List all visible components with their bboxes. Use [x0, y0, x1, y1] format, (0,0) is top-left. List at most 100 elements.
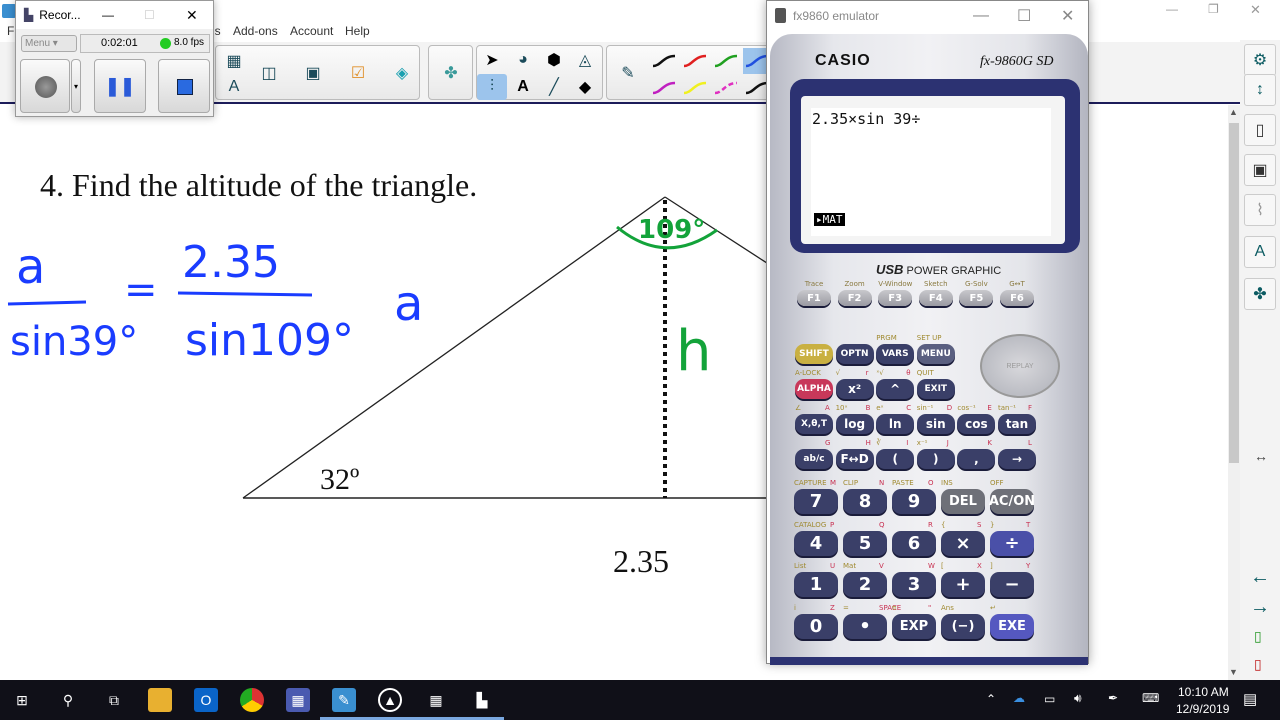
key-open-paren[interactable]: ( [876, 449, 915, 469]
scroll-down-arrow[interactable]: ▼ [1229, 667, 1238, 677]
resize-arrows-icon[interactable]: ↕ [1244, 74, 1276, 106]
menu-account[interactable]: Account [290, 24, 333, 38]
pen-color-swatch[interactable] [683, 54, 707, 68]
key-3[interactable]: 3 [892, 572, 936, 597]
pen-ink-icon[interactable]: ✒ [1108, 691, 1118, 705]
key-divide[interactable]: ÷ [990, 531, 1034, 556]
key-power[interactable]: ^ [876, 379, 915, 399]
calc-maximize-button[interactable]: ☐ [1017, 6, 1031, 26]
key-close-paren[interactable]: ) [916, 449, 955, 469]
shape-icon[interactable]: ◕ [508, 47, 538, 73]
resize-handle-icon[interactable]: ↔ [1254, 448, 1268, 464]
key-minus[interactable]: − [990, 572, 1034, 597]
table-icon[interactable]: ▦ [219, 48, 249, 74]
key-exe[interactable]: EXE [990, 614, 1034, 639]
key-shift[interactable]: SHIFT [795, 344, 833, 364]
volume-icon[interactable]: 🔊︎ [1074, 691, 1082, 706]
key-ac-on[interactable]: AC/ON [989, 489, 1035, 514]
pen-color-swatch[interactable] [714, 81, 738, 95]
key-menu[interactable]: MENU [916, 344, 955, 364]
key-alpha[interactable]: ALPHA [795, 379, 833, 399]
key-9[interactable]: 9 [892, 489, 936, 514]
pen-color-swatch[interactable] [652, 54, 676, 68]
menu-help[interactable]: Help [345, 24, 370, 38]
scroll-thumb[interactable] [1229, 123, 1239, 463]
pen-color-swatch[interactable] [714, 54, 738, 68]
key-6[interactable]: 6 [892, 531, 936, 556]
function-key-f1[interactable]: F1 [797, 290, 831, 306]
onedrive-cloud-icon[interactable]: ☁ [1013, 691, 1025, 705]
pen-color-swatch[interactable] [745, 81, 769, 95]
pen-color-swatch[interactable] [652, 81, 676, 95]
key-cos[interactable]: cos [957, 414, 996, 434]
pen-color-swatch[interactable] [683, 81, 707, 95]
key-5[interactable]: 5 [843, 531, 887, 556]
chrome-icon[interactable] [240, 688, 264, 712]
pencil-icon[interactable]: ✎ [613, 60, 643, 86]
screen-capture-icon[interactable]: ◫ [254, 60, 284, 86]
key-del[interactable]: DEL [941, 489, 985, 514]
key-x-t[interactable]: X,θ,T [795, 414, 833, 434]
properties-icon[interactable]: A [1244, 236, 1276, 268]
recorder-taskbar-icon[interactable]: ▙ [470, 688, 494, 712]
key-negative[interactable]: (−) [941, 614, 985, 639]
next-page-arrow-icon[interactable]: → [1250, 596, 1270, 619]
function-key-f5[interactable]: F5 [959, 290, 994, 306]
menu-addons[interactable]: Add-ons [233, 24, 278, 38]
smart-notebook-taskbar-icon[interactable]: ✎ [332, 688, 356, 712]
fill-icon[interactable]: ◬ [570, 47, 600, 73]
eraser-icon[interactable]: ◆ [570, 74, 600, 100]
key-ln[interactable]: ln [876, 414, 915, 434]
text-icon[interactable]: A [508, 74, 538, 100]
document-camera-icon[interactable]: ▣ [298, 60, 328, 86]
previous-page-arrow-icon[interactable]: ← [1250, 566, 1270, 589]
recorder-close-button[interactable]: ✕ [186, 7, 198, 24]
recorder-menu-dropdown[interactable]: Menu ▾ [21, 35, 77, 52]
clock-time[interactable]: 10:10 AM [1178, 685, 1229, 699]
key-0[interactable]: 0 [794, 614, 838, 639]
response-icon[interactable]: ☑ [343, 60, 373, 86]
recorder-minimize-button[interactable]: — [102, 8, 114, 22]
key-7[interactable]: 7 [794, 489, 838, 514]
record-options-dropdown[interactable]: ▾ [71, 59, 81, 113]
windows-start-icon[interactable]: ⊞ [10, 688, 34, 712]
function-key-f3[interactable]: F3 [878, 290, 913, 306]
search-icon[interactable]: ⚲ [56, 688, 80, 712]
lab-activity-icon[interactable]: ◈ [387, 60, 417, 86]
stop-button[interactable] [158, 59, 210, 113]
gallery-icon[interactable]: ▣ [1244, 154, 1276, 186]
key-vars[interactable]: VARS [876, 344, 915, 364]
key-optn[interactable]: OPTN [835, 344, 874, 364]
notebook-restore-button[interactable]: ❐ [1208, 2, 1219, 16]
gear-icon[interactable]: ⚙ [1244, 44, 1276, 76]
function-key-f6[interactable]: F6 [1000, 290, 1034, 306]
key-exp[interactable]: EXP [892, 614, 936, 639]
key-1[interactable]: 1 [794, 572, 838, 597]
key-x[interactable]: x² [835, 379, 874, 399]
key-exit[interactable]: EXIT [916, 379, 955, 399]
key-8[interactable]: 8 [843, 489, 887, 514]
select-arrow-icon[interactable]: ➤ [477, 47, 507, 73]
key-plus[interactable]: + [941, 572, 985, 597]
page-sorter-icon[interactable]: ▯ [1244, 114, 1276, 146]
record-button[interactable] [20, 59, 70, 113]
pause-button[interactable]: ❚❚ [94, 59, 146, 113]
puzzle-icon[interactable]: ✤ [436, 60, 466, 86]
pens-icon[interactable]: ⫶ [477, 74, 507, 100]
vertical-scrollbar[interactable]: ▲ ▼ [1228, 105, 1240, 680]
calc-close-button[interactable]: ✕ [1061, 6, 1074, 26]
outlook-icon[interactable]: O [194, 688, 218, 712]
key-log[interactable]: log [835, 414, 874, 434]
addons-puzzle-icon[interactable]: ✤ [1244, 278, 1276, 310]
touch-keyboard-icon[interactable]: ⌨ [1142, 691, 1159, 705]
battery-icon[interactable]: ▭ [1044, 692, 1055, 706]
task-view-icon[interactable]: ⧉ [102, 688, 126, 712]
action-center-icon[interactable]: ▤ [1243, 690, 1257, 708]
calc-minimize-button[interactable]: — [973, 7, 989, 25]
key-multiply[interactable]: × [941, 531, 985, 556]
calculator-taskbar-icon[interactable]: ▦ [286, 688, 310, 712]
key-ab-c[interactable]: ab/c [795, 449, 833, 469]
emulator-taskbar-icon[interactable]: ▦ [424, 688, 448, 712]
delete-page-icon[interactable]: ▯ [1254, 656, 1262, 673]
measure-tools-icon[interactable]: A [219, 74, 249, 100]
